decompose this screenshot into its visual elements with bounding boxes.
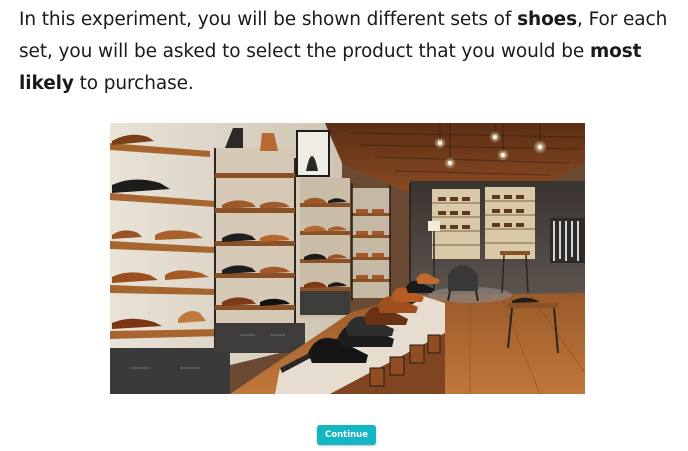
instructions-part-3: to purchase. <box>73 73 194 94</box>
instructions-part-1: In this experiment, you will be shown di… <box>19 9 518 30</box>
instructions-text: In this experiment, you will be shown di… <box>19 4 674 100</box>
instructions-bold-shoes: shoes <box>517 9 578 30</box>
continue-button[interactable]: Continue <box>317 425 376 445</box>
shoe-store-image <box>110 123 585 394</box>
